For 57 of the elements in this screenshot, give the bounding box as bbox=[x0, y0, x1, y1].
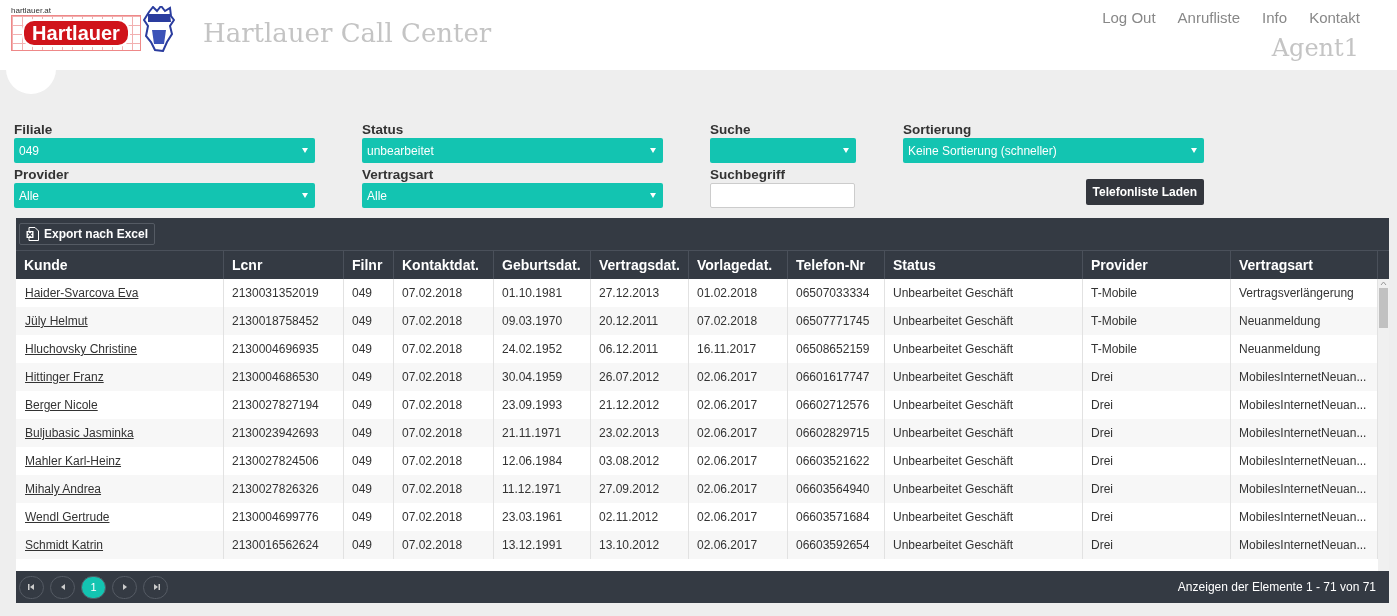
customer-link[interactable]: Wendl Gertrude bbox=[25, 510, 110, 524]
customer-link[interactable]: Schmidt Katrin bbox=[25, 538, 104, 552]
first-page-icon bbox=[27, 584, 36, 590]
caret-icon bbox=[302, 148, 308, 153]
table-cell: 049 bbox=[344, 531, 394, 559]
customer-link[interactable]: Mihaly Andrea bbox=[25, 482, 102, 496]
caret-icon bbox=[843, 148, 849, 153]
first-page-button[interactable] bbox=[19, 575, 44, 599]
table-cell: 13.12.1991 bbox=[494, 531, 591, 559]
table-cell: Drei bbox=[1083, 531, 1231, 559]
customer-link[interactable]: Mahler Karl-Heinz bbox=[25, 454, 122, 468]
input-field[interactable] bbox=[710, 183, 855, 208]
table-cell: 13.10.2012 bbox=[591, 531, 689, 559]
last-page-button[interactable] bbox=[143, 575, 168, 599]
next-page-button[interactable] bbox=[112, 575, 137, 599]
load-button[interactable]: Telefonliste Laden bbox=[1085, 179, 1204, 205]
app-title: Hartlauer Call Center bbox=[203, 18, 492, 48]
pager-info: Anzeigen der Elemente 1 - 71 von 71 bbox=[1177, 580, 1376, 594]
mascot-drawing bbox=[143, 6, 175, 52]
nav-link[interactable]: Log Out bbox=[1102, 9, 1156, 26]
customer-link[interactable]: Haider-Svarcova Eva bbox=[25, 286, 139, 300]
customer-link[interactable]: Hluchovsky Christine bbox=[25, 342, 138, 356]
caret-icon bbox=[650, 148, 656, 153]
spreadsheet-icon bbox=[26, 227, 39, 241]
scroll-up-icon bbox=[1380, 281, 1387, 286]
last-page-icon bbox=[151, 584, 160, 590]
caret-icon bbox=[650, 193, 656, 198]
nav-link[interactable]: Kontakt bbox=[1309, 9, 1360, 26]
select-field[interactable] bbox=[710, 138, 856, 163]
field-label: Filiale bbox=[14, 122, 54, 137]
nav-link[interactable]: Info bbox=[1262, 9, 1288, 26]
nav-link[interactable]: Anrufliste bbox=[1177, 9, 1241, 26]
agent-name: Agent1 bbox=[1271, 34, 1359, 62]
scrollbar[interactable] bbox=[1378, 279, 1389, 571]
next-icon bbox=[120, 584, 129, 590]
field-label: Suche bbox=[710, 122, 752, 137]
customer-link[interactable]: Buljubasic Jasminka bbox=[25, 426, 134, 440]
customer-link[interactable]: Berger Nicole bbox=[25, 398, 98, 412]
export-button[interactable]: Export nach Excel bbox=[19, 223, 156, 245]
customer-link[interactable]: Jüly Helmut bbox=[25, 314, 88, 328]
field-label: Sortierung bbox=[903, 122, 973, 137]
table-cell: Unbearbeitet Geschäft bbox=[885, 531, 1083, 559]
scrollbar-thumb[interactable] bbox=[1379, 288, 1388, 328]
table-cell: 07.02.2018 bbox=[394, 531, 494, 559]
logo-wordmark: Hartlauer bbox=[22, 19, 130, 47]
field-label: Status bbox=[362, 122, 405, 137]
field-label: Provider bbox=[14, 167, 70, 182]
field-label: Suchbegriff bbox=[710, 167, 786, 182]
table-cell: 02.06.2017 bbox=[689, 531, 788, 559]
field-label: Vertragsart bbox=[362, 167, 435, 182]
caret-icon bbox=[302, 193, 308, 198]
caret-icon bbox=[1191, 148, 1197, 153]
table-cell: 2130016562624 bbox=[224, 531, 344, 559]
logo-domain: hartlauer.at bbox=[11, 6, 52, 15]
customer-link[interactable]: Hittinger Franz bbox=[25, 370, 104, 384]
previous-page-button[interactable] bbox=[50, 575, 75, 599]
table-cell: 06603592654 bbox=[788, 531, 885, 559]
